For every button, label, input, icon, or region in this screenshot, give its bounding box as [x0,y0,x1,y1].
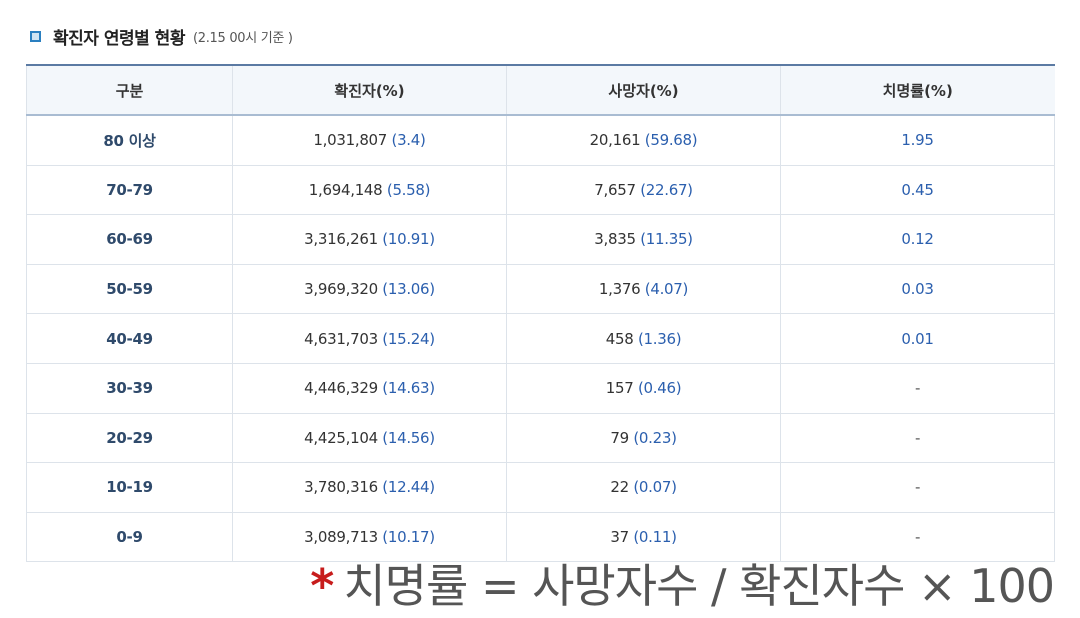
deaths-percent: (0.07) [633,478,677,497]
cfr-cell: - [780,462,1055,513]
cases-cell: 3,316,261 (10.91) [232,214,507,265]
deaths-cell: 20,161 (59.68) [506,114,781,166]
deaths-value: 157 [605,379,634,398]
cases-percent: (13.06) [382,280,435,299]
column-header-cases: 확진자(%) [232,64,507,116]
age-group-cell: 10-19 [26,462,233,513]
cases-percent: (5.58) [386,180,431,199]
age-group-cell: 0-9 [26,511,233,563]
deaths-cell: 458 (1.36) [506,313,781,364]
deaths-value: 1,376 [598,280,641,299]
deaths-percent: (22.67) [640,180,693,199]
deaths-percent: (0.11) [633,528,677,547]
cases-percent: (15.24) [382,329,435,348]
cfr-cell: 0.03 [780,263,1055,315]
deaths-value: 79 [610,428,629,447]
cases-value: 3,089,713 [304,528,378,547]
table-row: 60-69 3,316,261 (10.91) 3,835 (11.35) 0.12 [26,214,1055,265]
cases-value: 3,780,316 [304,478,378,497]
age-group-cell: 70-79 [26,164,233,216]
deaths-value: 20,161 [589,131,641,150]
table-header-row: 구분 확진자(%) 사망자(%) 치명률(%) [26,64,1055,116]
cases-cell: 4,425,104 (14.56) [232,412,507,464]
cfr-cell: 0.12 [780,214,1055,265]
cases-value: 4,631,703 [304,329,378,348]
age-group-cell: 60-69 [26,214,233,265]
table-row: 20-29 4,425,104 (14.56) 79 (0.23) - [26,412,1055,464]
section-header: 확진자 연령별 현황 (2.15 00시 기준 ) [30,22,293,50]
table-row: 10-19 3,780,316 (12.44) 22 (0.07) - [26,462,1055,513]
footnote-formula: * 치명률 = 사망자수 / 확진자수 × 100 [310,550,1055,616]
deaths-value: 458 [605,329,634,348]
cases-percent: (10.17) [382,528,435,547]
table-row: 50-59 3,969,320 (13.06) 1,376 (4.07) 0.03 [26,263,1055,315]
cfr-cell: - [780,412,1055,464]
asterisk-icon: * [310,559,334,613]
cases-value: 3,969,320 [304,280,378,299]
table-body: 80 이상 1,031,807 (3.4) 20,161 (59.68) 1.95 70… [26,114,1055,563]
table-row: 80 이상 1,031,807 (3.4) 20,161 (59.68) 1.95 [26,114,1055,166]
cases-cell: 1,031,807 (3.4) [232,114,507,166]
cases-cell: 1,694,148 (5.58) [232,164,507,216]
footnote-text: 치명률 = 사망자수 / 확진자수 × 100 [343,559,1055,613]
deaths-percent: (59.68) [644,131,698,150]
column-header-category: 구분 [26,64,233,116]
deaths-value: 3,835 [594,230,636,249]
age-group-cell: 40-49 [26,313,233,364]
column-header-deaths: 사망자(%) [506,64,781,116]
age-group-cell: 80 이상 [26,114,233,166]
cases-value: 4,446,329 [304,379,378,398]
square-bullet-icon [30,30,41,42]
deaths-percent: (0.46) [637,379,682,398]
cases-cell: 4,446,329 (14.63) [232,362,507,414]
cases-percent: (14.63) [382,379,435,398]
deaths-percent: (1.36) [637,329,682,348]
cfr-cell: 0.45 [780,164,1055,216]
cases-value: 4,425,104 [304,428,378,447]
deaths-percent: (4.07) [644,280,689,299]
cases-cell: 3,780,316 (12.44) [232,462,507,513]
column-header-cfr: 치명률(%) [780,64,1055,116]
cases-value: 1,694,148 [308,180,383,199]
table-row: 70-79 1,694,148 (5.58) 7,657 (22.67) 0.45 [26,164,1055,216]
cases-percent: (3.4) [391,131,426,150]
deaths-cell: 7,657 (22.67) [506,164,781,216]
cases-percent: (12.44) [382,478,435,497]
deaths-cell: 157 (0.46) [506,362,781,414]
cases-percent: (14.56) [382,428,435,447]
section-subtitle: (2.15 00시 기준 ) [192,30,293,46]
cases-cell: 4,631,703 (15.24) [232,313,507,364]
deaths-percent: (0.23) [633,428,677,447]
deaths-value: 7,657 [594,180,636,199]
deaths-value: 37 [610,528,629,547]
age-group-cell: 20-29 [26,412,233,464]
table-row: 30-39 4,446,329 (14.63) 157 (0.46) - [26,362,1055,414]
age-stats-table: 구분 확진자(%) 사망자(%) 치명률(%) 80 이상 1,031,807 (… [26,64,1055,563]
deaths-cell: 1,376 (4.07) [506,263,781,315]
age-group-cell: 30-39 [26,362,233,414]
deaths-cell: 3,835 (11.35) [506,214,781,265]
cases-value: 3,316,261 [304,230,378,249]
age-group-cell: 50-59 [26,263,233,315]
cases-value: 1,031,807 [313,131,388,150]
cases-percent: (10.91) [382,230,435,249]
section-title: 확진자 연령별 현황 [53,28,185,49]
deaths-cell: 22 (0.07) [506,462,781,513]
deaths-cell: 79 (0.23) [506,412,781,464]
cfr-cell: - [780,362,1055,414]
cfr-cell: 0.01 [780,313,1055,364]
cases-cell: 3,969,320 (13.06) [232,263,507,315]
deaths-value: 22 [610,478,629,497]
table-row: 40-49 4,631,703 (15.24) 458 (1.36) 0.01 [26,313,1055,364]
deaths-percent: (11.35) [640,230,693,249]
cfr-cell: 1.95 [780,114,1055,166]
